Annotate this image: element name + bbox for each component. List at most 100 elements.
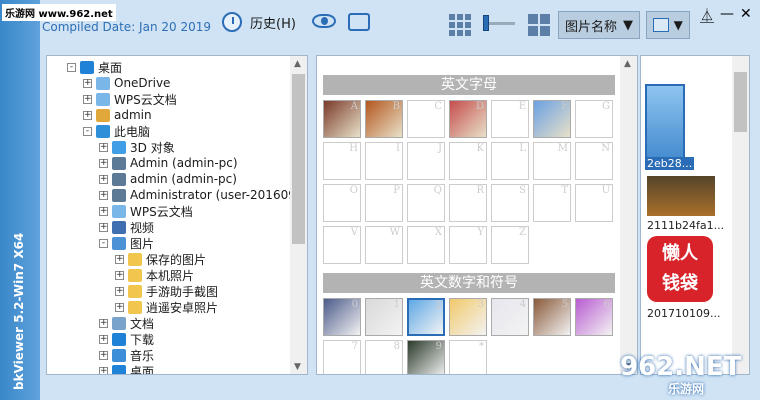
thumbnail-scrollbar[interactable] [732, 56, 749, 374]
expand-toggle[interactable]: + [115, 254, 124, 264]
letter-cell[interactable]: R [449, 184, 487, 222]
expand-toggle[interactable]: + [83, 78, 92, 88]
tree-item[interactable]: + 下载 [99, 331, 154, 347]
letter-cell[interactable]: A [323, 100, 361, 138]
tree-item[interactable]: + 文档 [99, 315, 154, 331]
symbol-cell[interactable]: 2 [407, 298, 445, 336]
eye-icon[interactable] [312, 14, 336, 28]
letter-cell[interactable]: B [365, 100, 403, 138]
letter-cell[interactable]: G [575, 100, 613, 138]
expand-toggle[interactable]: + [115, 302, 124, 312]
letter-cell[interactable]: L [491, 142, 529, 180]
expand-toggle[interactable]: - [67, 62, 76, 72]
expand-toggle[interactable]: + [99, 158, 108, 168]
tree-scrollbar[interactable]: ▲ ▼ [290, 56, 307, 374]
tree-item[interactable]: + admin [83, 107, 152, 123]
tree-item[interactable]: + 音乐 [99, 347, 154, 363]
pin-icon[interactable]: ⏅ [700, 6, 714, 26]
letter-cell[interactable]: T [533, 184, 571, 222]
close-icon[interactable]: ✕ [740, 6, 752, 22]
tree-item[interactable]: - 图片 [99, 235, 154, 251]
letter-cell[interactable]: X [407, 226, 445, 264]
history-button[interactable]: 历史(H) [222, 12, 296, 32]
tree-item[interactable]: + 桌面 [99, 363, 154, 374]
letter-cell[interactable]: Z [491, 226, 529, 264]
expand-toggle[interactable]: - [83, 126, 92, 136]
tree-item[interactable]: + 本机照片 [115, 267, 194, 283]
symbol-cell[interactable]: 9 [407, 340, 445, 374]
grid-large-icon[interactable] [528, 14, 550, 36]
sort-dropdown[interactable]: 图片名称 ▼ [558, 11, 640, 39]
thumbnail-1[interactable] [645, 84, 685, 168]
tree-scroll-thumb[interactable] [292, 74, 305, 244]
thumbnail-2[interactable] [647, 176, 715, 216]
letter-cell[interactable]: K [449, 142, 487, 180]
symbol-cell[interactable]: 6 [575, 298, 613, 336]
expand-toggle[interactable]: + [99, 142, 108, 152]
expand-toggle[interactable]: + [99, 206, 108, 216]
symbol-cell[interactable]: 7 [323, 340, 361, 374]
letter-cell[interactable]: H [323, 142, 361, 180]
expand-toggle[interactable]: + [99, 174, 108, 184]
symbol-cell[interactable]: * [449, 340, 487, 374]
slider-thumb[interactable] [483, 15, 489, 31]
letter-cell[interactable]: I [365, 142, 403, 180]
tree-item[interactable]: + OneDrive [83, 75, 170, 91]
thumbnail-panel[interactable]: 2eb28... 2111b24fa1... 懒人 钱袋 201710109... [640, 55, 750, 375]
tree-item[interactable]: + 视频 [99, 219, 154, 235]
grid-small-icon[interactable] [449, 14, 471, 36]
network-drive-icon [112, 156, 126, 170]
tree-item[interactable]: +3D 对象 [99, 139, 175, 155]
symbol-cell[interactable]: 4 [491, 298, 529, 336]
symbol-cell[interactable]: 8 [365, 340, 403, 374]
letter-cell[interactable]: M [533, 142, 571, 180]
letter-cell[interactable]: D [449, 100, 487, 138]
letter-cell[interactable]: C [407, 100, 445, 138]
letter-cell[interactable]: W [365, 226, 403, 264]
thumbnail-scroll-thumb[interactable] [734, 72, 747, 132]
letter-cell[interactable]: S [491, 184, 529, 222]
symbol-cell[interactable]: 1 [365, 298, 403, 336]
expand-toggle[interactable]: + [83, 94, 92, 104]
expand-toggle[interactable]: + [83, 110, 92, 120]
symbol-cell[interactable]: 0 [323, 298, 361, 336]
expand-toggle[interactable]: + [99, 334, 108, 344]
letter-cell[interactable]: F [533, 100, 571, 138]
letter-cell[interactable]: O [323, 184, 361, 222]
letter-cell[interactable]: N [575, 142, 613, 180]
app-icon-thumbnail[interactable]: 懒人 钱袋 [647, 236, 713, 302]
tree-item[interactable]: + 逍遥安卓照片 [115, 299, 218, 315]
symbol-cell[interactable]: 5 [533, 298, 571, 336]
expand-toggle[interactable]: + [115, 270, 124, 280]
view-mode-dropdown[interactable]: ▼ [646, 11, 690, 39]
expand-toggle[interactable]: + [115, 286, 124, 296]
gallery-panel[interactable]: 英文字母 英文数字和符号 A B C D E F G H I J K L M N O P Q R S T U V W X Y Z 0… [316, 55, 638, 375]
camera-icon[interactable] [348, 13, 370, 31]
expand-toggle[interactable]: + [99, 190, 108, 200]
tree-item[interactable]: + Admin (admin-pc) [99, 155, 238, 171]
tree-item[interactable]: - 此电脑 [83, 123, 150, 139]
letter-cell[interactable]: Q [407, 184, 445, 222]
letter-cell[interactable]: P [365, 184, 403, 222]
letter-cell[interactable]: V [323, 226, 361, 264]
letter-cell[interactable]: J [407, 142, 445, 180]
tree-item[interactable]: + WPS云文档 [99, 203, 193, 219]
tree-item[interactable]: + Administrator (user-20160906fc) [99, 187, 307, 203]
letter-cell[interactable]: U [575, 184, 613, 222]
gallery-scrollbar[interactable]: ▲ ▼ [620, 56, 637, 374]
expand-toggle[interactable]: + [99, 366, 108, 374]
symbol-cell[interactable]: 3 [449, 298, 487, 336]
folder-tree[interactable]: - 桌面 + OneDrive + WPS云文档 + admin - 此电脑 +3D 对象 + Admi… [46, 55, 308, 375]
tree-item[interactable]: - 桌面 [67, 59, 122, 75]
expand-toggle[interactable]: + [99, 222, 108, 232]
expand-toggle[interactable]: + [99, 318, 108, 328]
letter-cell[interactable]: E [491, 100, 529, 138]
minimize-icon[interactable]: — [720, 6, 734, 22]
expand-toggle[interactable]: - [99, 238, 108, 248]
tree-item[interactable]: + admin (admin-pc) [99, 171, 237, 187]
tree-item[interactable]: + 保存的图片 [115, 251, 206, 267]
letter-cell[interactable]: Y [449, 226, 487, 264]
tree-item[interactable]: + WPS云文档 [83, 91, 177, 107]
tree-item[interactable]: + 手游助手截图 [115, 283, 218, 299]
expand-toggle[interactable]: + [99, 350, 108, 360]
